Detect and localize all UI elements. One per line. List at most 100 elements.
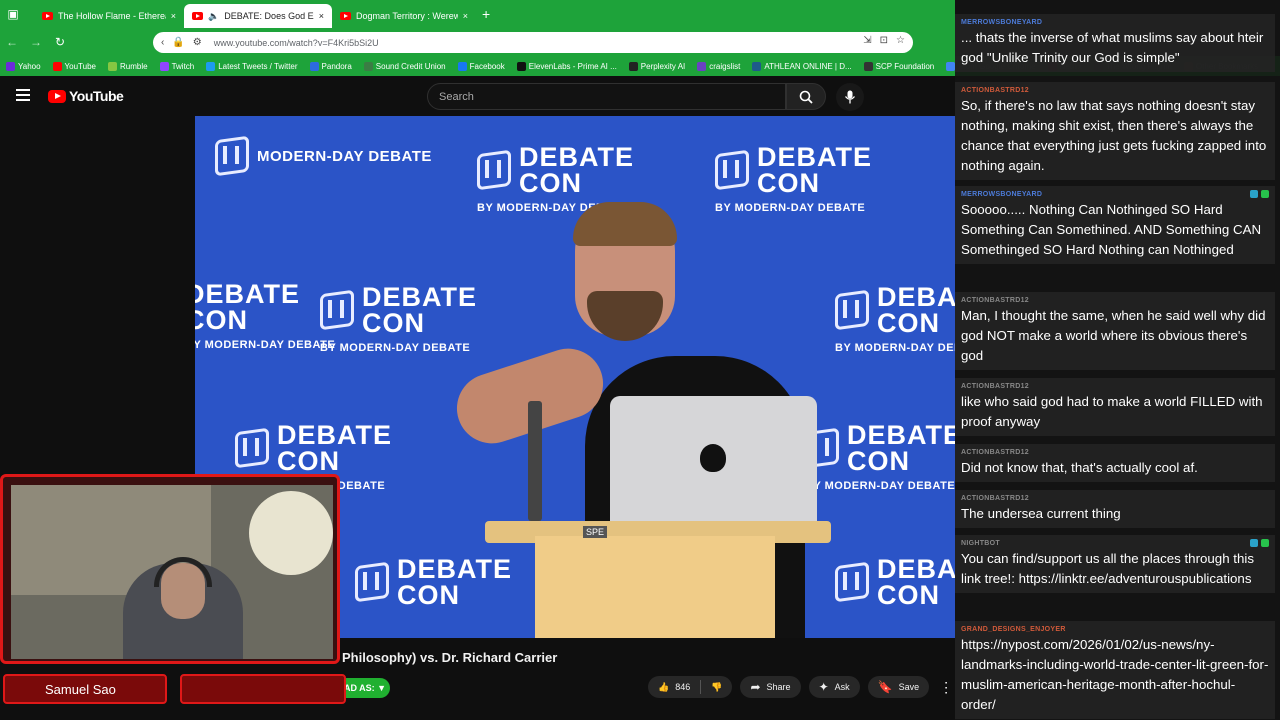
brand-con: CON <box>362 308 425 338</box>
microphone-icon <box>844 90 856 104</box>
bookmark-favicon-icon <box>752 61 762 71</box>
brand-con: CON <box>277 446 340 476</box>
bookmark-item[interactable]: Perplexity AI <box>623 61 691 71</box>
speaker-hair <box>573 202 677 246</box>
bookmark-favicon-icon <box>628 61 638 71</box>
brand-byline: BY MODERN-DAY DEBATE <box>715 202 866 214</box>
ask-button[interactable]: ✦ Ask <box>808 676 860 698</box>
brand-con: CON <box>397 580 460 610</box>
back-arrow-icon[interactable]: ← <box>0 28 24 56</box>
tab-close-icon[interactable]: × <box>319 11 324 21</box>
like-button[interactable]: 👍 846 <box>648 682 700 693</box>
brand-con: CON <box>847 446 910 476</box>
voice-search-button[interactable] <box>836 83 864 111</box>
tab-close-icon[interactable]: × <box>171 11 176 21</box>
save-button[interactable]: 🔖 Save <box>867 676 930 698</box>
search-input[interactable]: Search <box>427 83 786 110</box>
corner-logo: MODERN-DAY DEBATE <box>215 135 432 177</box>
hamburger-menu-icon[interactable] <box>16 89 30 101</box>
chat-message: ACTIONBASTRD12 Did not know that, that's … <box>955 444 1275 482</box>
brand-debate: DEBATE <box>847 420 955 450</box>
chat-message: ACTIONBASTRD12 Man, I thought the same, w… <box>955 292 1275 370</box>
url-text[interactable]: www.youtube.com/watch?v=F4Kri5bSi2U <box>214 38 379 48</box>
ceiling-light <box>249 491 333 575</box>
brand-con: CON <box>877 580 940 610</box>
brand-debate: DEBATE <box>195 279 301 309</box>
share-button[interactable]: ➦ Share <box>740 676 801 698</box>
tab-debate-active[interactable]: 🔈 DEBATE: Does God Exist? | M × <box>184 4 332 28</box>
screen: ▣ The Hollow Flame - Ethereal Dr × 🔈 DEB… <box>0 0 1280 720</box>
like-count: 846 <box>675 682 691 692</box>
forward-arrow-icon[interactable]: → <box>24 28 48 56</box>
tab-dogman[interactable]: Dogman Territory : Werewolves × <box>332 4 476 28</box>
bookmark-label: YouTube <box>64 61 96 71</box>
badge-icon <box>1250 539 1258 547</box>
bookmark-item[interactable]: Twitch <box>154 61 201 71</box>
reload-icon[interactable]: ↻ <box>48 28 72 56</box>
chat-username-text: NIGHTBOT <box>961 539 1000 547</box>
chat-username-text: GRAND_DESIGNS_ENJOYER <box>961 625 1066 633</box>
search-button[interactable] <box>786 83 826 110</box>
brand-byline: BY MODERN-DAY DEBATE <box>320 342 471 354</box>
debatecon-logo-icon <box>715 149 749 191</box>
bookmark-item[interactable]: Yahoo <box>0 61 47 71</box>
bookmark-item[interactable]: Pandora <box>304 61 358 71</box>
save-label: Save <box>898 682 920 692</box>
bookmark-star-icon[interactable]: ☆ <box>896 35 905 46</box>
bookmark-item[interactable]: Latest Tweets / Twitter <box>200 61 303 71</box>
video-actions: 👍 846 👎 ➦ Share ✦ Ask 🔖 Save ⋮ <box>648 676 953 698</box>
brand-con: CON <box>519 168 582 198</box>
apple-logo-icon <box>700 444 726 472</box>
bookmark-label: Twitch <box>171 61 195 71</box>
sparkle-icon: ✦ <box>818 680 829 694</box>
bookmark-favicon-icon <box>363 61 373 71</box>
brand-con: CON <box>877 308 940 338</box>
dislike-button[interactable]: 👎 <box>701 682 732 693</box>
brand-debate: DEBATE <box>397 554 513 584</box>
bookmark-item[interactable]: craigslist <box>691 61 746 71</box>
install-app-icon[interactable]: ⇲ <box>863 35 871 46</box>
tab-menu-icon[interactable]: ▣ <box>0 0 26 28</box>
chat-message-text: You can find/support us all the places t… <box>961 551 1254 586</box>
youtube-favicon-icon <box>340 12 351 20</box>
bookmark-label: Yahoo <box>18 61 41 71</box>
bookmark-item[interactable]: Sound Credit Union <box>358 61 452 71</box>
bookmark-item[interactable]: Rumble <box>102 61 154 71</box>
url-field[interactable]: ‹ 🔒 ⚙ www.youtube.com/watch?v=F4Kri5bSi2… <box>153 32 913 53</box>
bookmark-item[interactable]: SCP Foundation <box>858 61 941 71</box>
debatecon-logo-icon <box>835 561 869 603</box>
more-actions-button[interactable]: ⋮ <box>939 679 953 696</box>
chevron-left-icon[interactable]: ‹ <box>161 37 164 48</box>
tab-hollow-flame[interactable]: The Hollow Flame - Ethereal Dr × <box>34 4 184 28</box>
ad-pill[interactable]: AD AS: ▼ <box>340 678 390 698</box>
lock-icon[interactable]: 🔒 <box>172 37 184 48</box>
browser-address-bar: ← → ↻ ‹ 🔒 ⚙ www.youtube.com/watch?v=F4Kr… <box>0 28 955 56</box>
site-settings-icon[interactable]: ⚙ <box>193 37 202 48</box>
bookmark-item[interactable]: Facebook <box>452 61 511 71</box>
chat-message: ACTIONBASTRD12 The undersea current thing <box>955 490 1275 528</box>
speaker-icon[interactable]: 🔈 <box>208 11 219 22</box>
brand-debate: DEBATE <box>519 142 635 172</box>
tab-close-icon[interactable]: × <box>463 11 468 21</box>
chat-message-text: The undersea current thing <box>961 506 1121 521</box>
bookmark-icon: 🔖 <box>877 680 893 694</box>
youtube-wordmark: YouTube <box>69 88 124 104</box>
debatecon-logo-icon <box>235 427 269 469</box>
backdrop-panel: DEBATECON BY MODERN-DAY DEBATE <box>805 422 955 492</box>
bookmark-item[interactable]: ATHLEAN ONLINE | D... <box>746 61 857 71</box>
chat-message-text: https://nypost.com/2026/01/02/us-news/ny… <box>961 637 1269 712</box>
screenshot-icon[interactable]: ⊡ <box>880 35 888 46</box>
youtube-header: YouTube Search <box>0 76 955 116</box>
chat-username-text: ACTIONBASTRD12 <box>961 86 1029 94</box>
brand-debate: DEBATE <box>362 282 478 312</box>
bookmark-label: ATHLEAN ONLINE | D... <box>764 61 852 71</box>
bookmark-item[interactable]: YouTube <box>47 61 102 71</box>
new-tab-button[interactable]: + <box>482 6 490 22</box>
bookmark-item[interactable]: ElevenLabs - Prime AI ... <box>511 61 623 71</box>
chat-message: MERROWSBONEYARD Sooooo..... Nothing Can N… <box>955 186 1275 264</box>
brand-debate: DEBATE <box>877 282 955 312</box>
youtube-logo[interactable]: YouTube <box>48 88 124 104</box>
brand-debate: DEBATE <box>877 554 955 584</box>
bookmark-label: Rumble <box>119 61 148 71</box>
bookmark-favicon-icon <box>516 61 526 71</box>
